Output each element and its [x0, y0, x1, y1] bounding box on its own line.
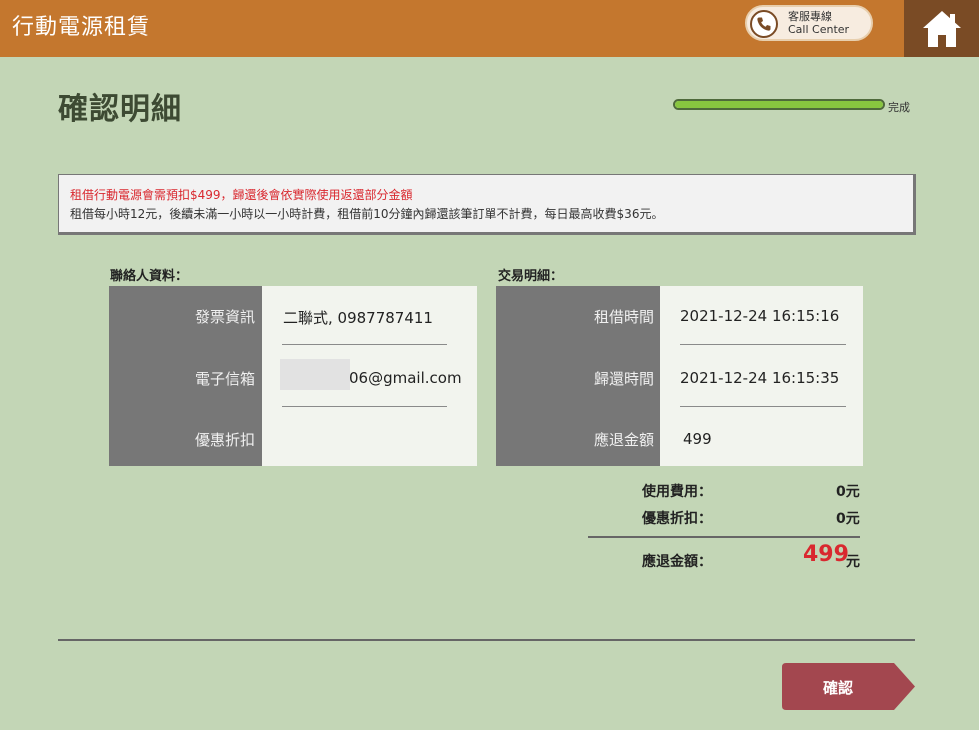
discount-summary-value: 0元 — [836, 511, 860, 527]
row-divider — [680, 406, 846, 407]
top-bar: 行動電源租賃 客服專線 Call Center — [0, 0, 979, 57]
refund-total-unit: 元 — [846, 554, 860, 570]
confirm-button[interactable]: 確認 — [782, 663, 916, 710]
usage-fee-value: 0元 — [836, 484, 860, 500]
refund-label: 應退金額 — [593, 431, 654, 449]
notice-warning: 租借行動電源會需預扣$499，歸還後會依實際使用返還部分金額 — [70, 188, 413, 202]
notice-info: 租借每小時12元，後續未滿一小時以一小時計費，租借前10分鐘內歸還該筆訂單不計費… — [70, 207, 664, 221]
footer-divider — [58, 639, 915, 641]
progress-label: 完成 — [888, 101, 910, 114]
page-title: 確認明細 — [58, 92, 182, 127]
email-label: 電子信箱 — [194, 370, 255, 388]
summary-divider — [588, 536, 860, 538]
call-center-label-en: Call Center — [788, 23, 850, 36]
row-divider — [282, 406, 447, 407]
contact-heading: 聯絡人資料： — [110, 269, 189, 284]
refund-total-amount: 499 — [803, 542, 849, 567]
progress-bar — [673, 99, 885, 110]
invoice-value: 二聯式, 0987787411 — [283, 309, 433, 327]
call-center-text: 客服專線 Call Center — [788, 10, 849, 36]
notice-box: 租借行動電源會需預扣$499，歸還後會依實際使用返還部分金額 租借每小時12元，… — [58, 174, 916, 235]
refund-value: 499 — [683, 430, 712, 448]
invoice-label: 發票資訊 — [194, 308, 255, 326]
rent-time-value: 2021-12-24 16:15:16 — [680, 307, 840, 325]
app-title: 行動電源租賃 — [12, 15, 151, 40]
home-icon — [922, 10, 961, 47]
home-button[interactable] — [904, 0, 979, 57]
row-divider — [282, 344, 447, 345]
row-divider — [680, 344, 846, 345]
discount-label: 優惠折扣 — [194, 431, 255, 449]
call-center-label-zh: 客服專線 — [788, 10, 832, 23]
phone-icon — [750, 10, 778, 38]
transaction-panel: 租借時間 2021-12-24 16:15:16 歸還時間 2021-12-24… — [496, 286, 863, 466]
return-time-value: 2021-12-24 16:15:35 — [680, 369, 840, 387]
call-center-button[interactable]: 客服專線 Call Center — [745, 5, 873, 41]
refund-total-label: 應退金額： — [642, 554, 712, 570]
discount-summary-label: 優惠折扣： — [642, 511, 712, 527]
redacted-area — [280, 359, 350, 390]
rent-time-label: 租借時間 — [593, 308, 654, 326]
usage-fee-label: 使用費用： — [642, 484, 712, 500]
transaction-heading: 交易明細： — [498, 269, 564, 284]
confirm-button-label: 確認 — [822, 679, 853, 697]
email-value: 06@gmail.com — [349, 369, 462, 387]
return-time-label: 歸還時間 — [593, 370, 654, 388]
progress-bar-fill — [675, 101, 883, 108]
